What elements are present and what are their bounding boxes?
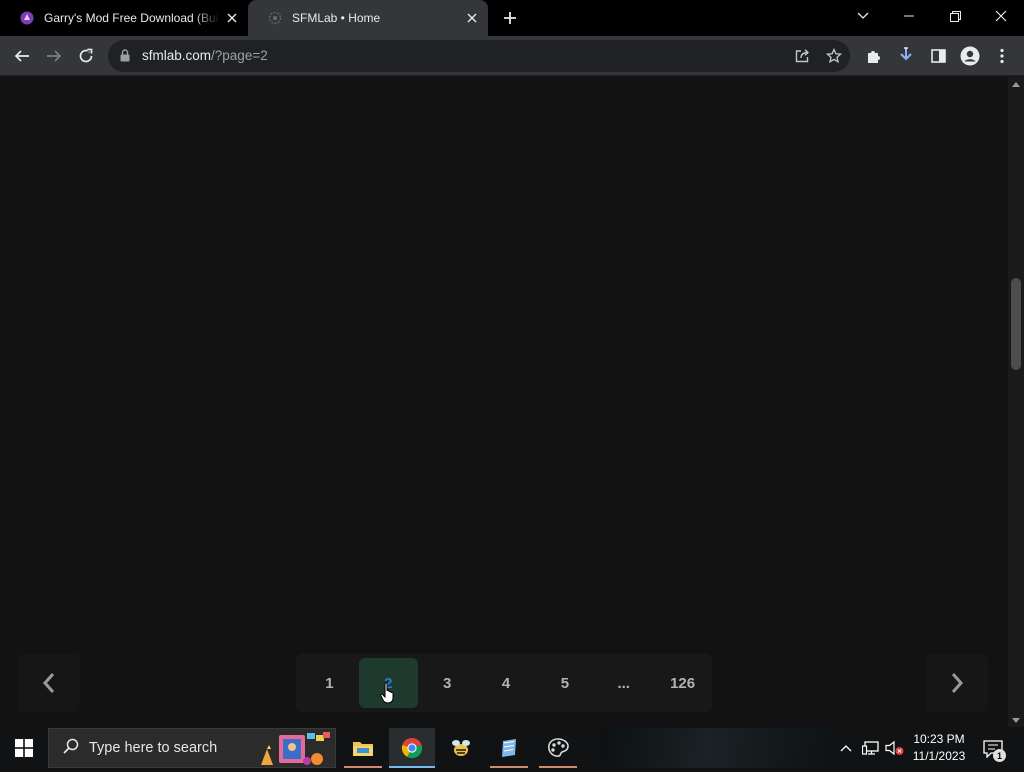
notification-count-badge: 1 xyxy=(993,749,1006,762)
hand-pointer-cursor-icon xyxy=(380,682,398,709)
taskbar-notebook-app[interactable] xyxy=(486,728,532,768)
tab-strip: Garry's Mod Free Download (Bui SFMLab • … xyxy=(0,0,1024,36)
clock-date: 11/1/2023 xyxy=(912,749,966,763)
next-page-button[interactable] xyxy=(926,654,988,712)
restore-button[interactable] xyxy=(932,0,978,32)
address-bar[interactable]: sfmlab.com/?page=2 xyxy=(108,40,850,72)
tab-title: SFMLab • Home xyxy=(292,11,381,25)
vertical-scrollbar[interactable] xyxy=(1008,77,1024,727)
taskbar-search-box[interactable]: Type here to search xyxy=(48,728,336,768)
previous-page-button[interactable] xyxy=(18,654,80,712)
sfmlab-favicon-icon xyxy=(268,11,282,25)
chrome-icon xyxy=(401,737,423,759)
back-button[interactable] xyxy=(6,40,38,72)
taskbar-palette-app[interactable] xyxy=(535,728,581,768)
search-highlight-illustration-icon xyxy=(261,731,331,767)
scrollbar-thumb[interactable] xyxy=(1011,278,1021,370)
page-link-5[interactable]: 5 xyxy=(535,658,594,708)
url-text: sfmlab.com/?page=2 xyxy=(142,48,268,63)
close-icon[interactable] xyxy=(224,10,240,26)
search-icon xyxy=(63,738,79,759)
bee-icon xyxy=(452,740,470,756)
windows-logo-icon xyxy=(15,739,33,757)
taskbar-background xyxy=(600,728,840,768)
chrome-menu-icon[interactable] xyxy=(986,40,1018,72)
share-icon[interactable] xyxy=(792,46,812,66)
reload-button[interactable] xyxy=(70,40,102,72)
extensions-puzzle-icon[interactable] xyxy=(858,40,890,72)
profile-avatar-icon[interactable] xyxy=(954,40,986,72)
palette-icon xyxy=(548,738,569,757)
close-icon[interactable] xyxy=(464,10,480,26)
system-clock[interactable]: 10:23 PM 11/1/2023 xyxy=(908,731,970,765)
forward-button[interactable] xyxy=(38,40,70,72)
taskbar-file-explorer[interactable] xyxy=(340,728,386,768)
page-link-126[interactable]: 126 xyxy=(653,658,712,708)
page-ellipsis: ... xyxy=(617,674,630,692)
url-host: sfmlab.com xyxy=(142,48,212,63)
taskbar-bee-app[interactable] xyxy=(438,728,484,768)
tab-title: Garry's Mod Free Download (Bui xyxy=(44,11,219,25)
tab-search-button[interactable] xyxy=(840,0,886,32)
new-tab-button[interactable] xyxy=(498,6,522,30)
page-link-3[interactable]: 3 xyxy=(418,658,477,708)
windows-taskbar: Type here to search 10:23 PM 11/1/2023 1 xyxy=(0,728,1024,768)
tab-garrys-mod[interactable]: Garry's Mod Free Download (Bui xyxy=(0,0,248,36)
bookmark-star-icon[interactable] xyxy=(824,46,844,66)
taskbar-chrome[interactable] xyxy=(389,728,435,768)
start-button[interactable] xyxy=(0,728,48,768)
show-hidden-icons-chevron-icon[interactable] xyxy=(836,738,856,758)
page-link-4[interactable]: 4 xyxy=(477,658,536,708)
search-placeholder: Type here to search xyxy=(89,740,218,756)
page-content: 1 2 3 4 5 ... 126 xyxy=(0,77,1008,727)
close-window-button[interactable] xyxy=(978,0,1024,32)
volume-muted-icon[interactable] xyxy=(885,738,905,758)
url-path: /?page=2 xyxy=(211,48,268,63)
scroll-down-arrow-icon[interactable] xyxy=(1008,713,1024,727)
side-panel-icon[interactable] xyxy=(922,40,954,72)
lock-icon[interactable] xyxy=(120,49,130,67)
browser-toolbar: sfmlab.com/?page=2 xyxy=(0,36,1024,76)
tab-sfmlab[interactable]: SFMLab • Home xyxy=(248,0,488,36)
minimize-button[interactable] xyxy=(886,0,932,32)
pagination: 1 2 3 4 5 ... 126 xyxy=(296,654,712,712)
page-link-1[interactable]: 1 xyxy=(300,658,359,708)
scroll-up-arrow-icon[interactable] xyxy=(1008,77,1024,91)
clock-time: 10:23 PM xyxy=(913,732,965,746)
network-icon[interactable] xyxy=(861,738,881,758)
notebook-icon xyxy=(502,739,516,757)
notification-center-button[interactable]: 1 xyxy=(980,736,1006,762)
purple-logo-icon xyxy=(20,11,34,25)
folder-icon xyxy=(353,742,373,756)
download-extension-icon[interactable] xyxy=(890,40,922,72)
